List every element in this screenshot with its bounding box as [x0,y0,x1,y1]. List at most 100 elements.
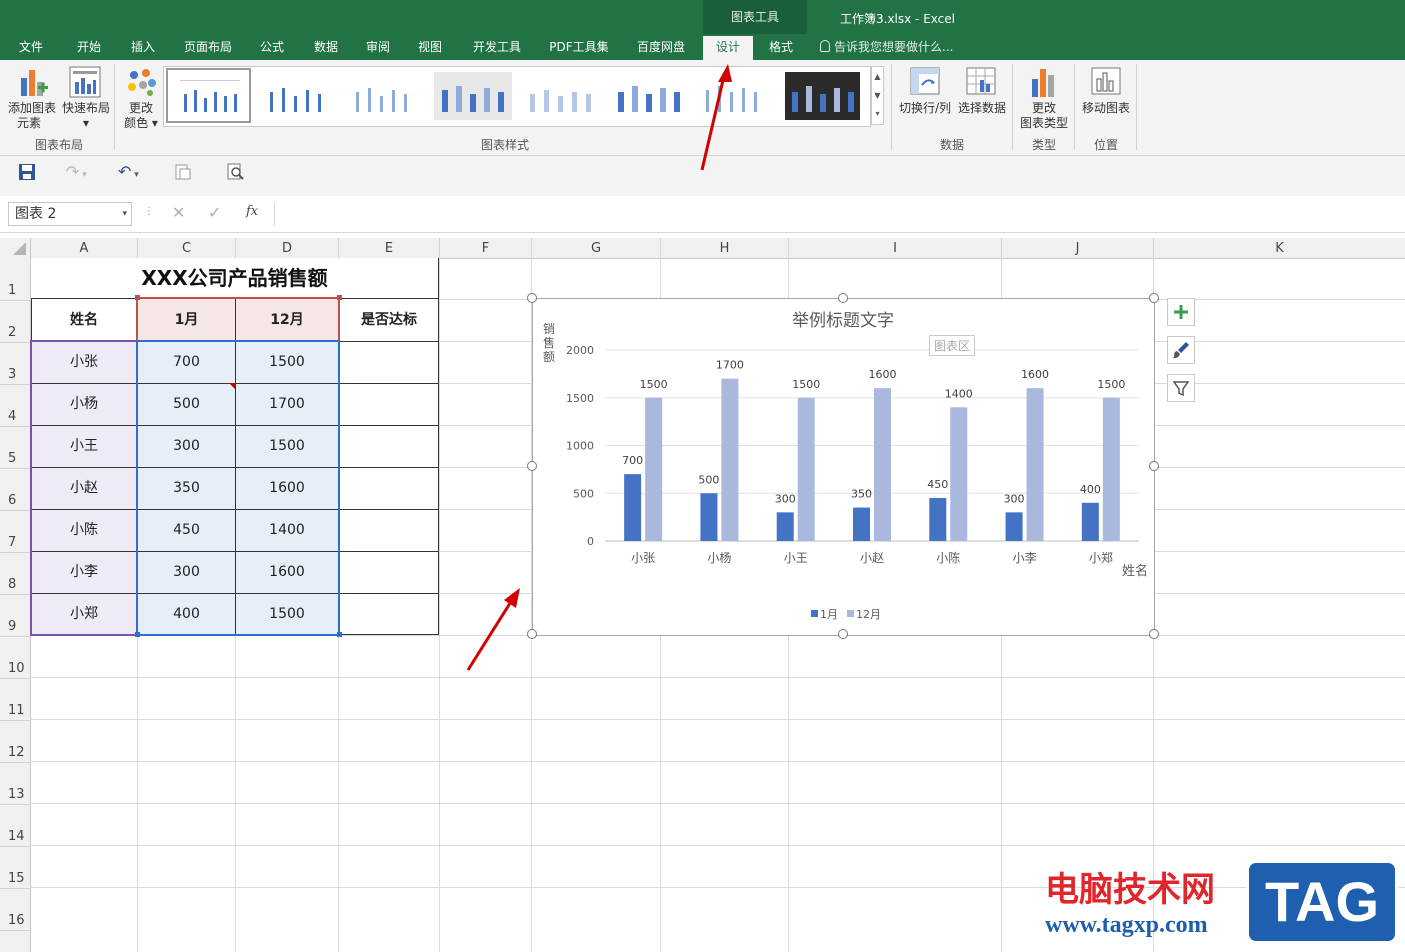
table-cell[interactable]: 1500 [236,593,338,635]
resize-handle[interactable] [1149,629,1159,639]
switch-row-column-button[interactable]: 切换行/列 [896,64,954,120]
column-header-j[interactable]: J [1002,238,1154,258]
row-header-7[interactable]: 7 [8,535,16,550]
header-name[interactable]: 姓名 [31,299,137,341]
enter-icon[interactable]: ✓ [208,203,221,222]
print-preview-icon[interactable] [174,163,192,181]
tab-page-layout[interactable]: 页面布局 [176,36,240,58]
undo-icon[interactable]: ↶ ▾ [118,162,139,181]
chart-filters-button[interactable] [1167,374,1195,402]
row-header-6[interactable]: 6 [8,493,16,508]
row-header-13[interactable]: 13 [8,787,25,802]
table-cell[interactable]: 小杨 [31,383,137,425]
tab-baidu-netdisk[interactable]: 百度网盘 [628,36,694,58]
table-cell[interactable]: 700 [138,341,235,383]
resize-handle[interactable] [838,293,848,303]
column-header-i[interactable]: I [789,238,1002,258]
resize-handle[interactable] [1149,293,1159,303]
redo-icon[interactable]: ↷ ▾ [66,162,87,181]
tab-pdf-tools[interactable]: PDF工具集 [542,36,616,58]
row-header-16[interactable]: 16 [8,913,25,928]
table-cell[interactable]: 400 [138,593,235,635]
row-header-5[interactable]: 5 [8,451,16,466]
row-header-11[interactable]: 11 [8,703,25,718]
chart-style-1[interactable] [170,72,248,120]
formula-input[interactable] [274,202,1405,226]
tab-format[interactable]: 格式 [760,36,802,58]
chart-styles-button[interactable] [1167,336,1195,364]
row-header-1[interactable]: 1 [8,283,16,298]
table-cell[interactable] [339,467,439,509]
table-cell[interactable] [339,425,439,467]
column-header-a[interactable]: A [31,238,138,258]
table-cell[interactable] [339,551,439,593]
table-cell[interactable]: 1600 [236,467,338,509]
header-qualified[interactable]: 是否达标 [339,299,439,341]
chart-style-2[interactable] [258,72,336,120]
table-cell[interactable]: 小张 [31,341,137,383]
tab-data[interactable]: 数据 [306,36,346,58]
table-cell[interactable]: 350 [138,467,235,509]
table-cell[interactable]: 小赵 [31,467,137,509]
table-cell[interactable]: 300 [138,425,235,467]
column-header-d[interactable]: D [236,238,339,258]
add-chart-element-button[interactable]: 添加图表 元素 [4,64,60,134]
change-chart-type-button[interactable]: 更改 图表类型 [1016,64,1072,134]
tab-file[interactable]: 文件 [8,36,54,58]
gallery-down-icon[interactable]: ▼ [872,86,883,105]
tab-view[interactable]: 视图 [410,36,450,58]
tell-me-box[interactable]: 告诉我您想要做什么... [820,36,953,58]
tab-home[interactable]: 开始 [66,36,112,58]
resize-handle[interactable] [1149,461,1159,471]
column-header-e[interactable]: E [339,238,440,258]
table-cell[interactable] [339,341,439,383]
header-dec[interactable]: 12月 [236,299,338,341]
name-box[interactable]: 图表 2 ▾ [8,202,132,226]
table-cell[interactable]: 1500 [236,341,338,383]
table-title-cell[interactable]: XXX公司产品销售额 [31,258,439,299]
table-cell[interactable]: 450 [138,509,235,551]
quick-layout-button[interactable]: 快速布局 ▾ [60,64,112,134]
row-header-15[interactable]: 15 [8,871,25,886]
table-cell[interactable]: 小陈 [31,509,137,551]
row-header-3[interactable]: 3 [8,367,16,382]
table-cell[interactable]: 300 [138,551,235,593]
tab-developer[interactable]: 开发工具 [464,36,530,58]
table-cell[interactable]: 1600 [236,551,338,593]
chart-style-8[interactable] [785,72,860,120]
table-cell[interactable] [339,593,439,635]
gallery-scroll[interactable]: ▲ ▼ ▾ [871,66,884,125]
zoom-preview-icon[interactable] [227,163,245,181]
table-cell[interactable]: 小王 [31,425,137,467]
cancel-icon[interactable]: ✕ [172,203,185,222]
table-cell[interactable]: 500 [138,383,235,425]
table-cell[interactable]: 1700 [236,383,338,425]
name-box-dropdown-icon[interactable]: ▾ [122,203,127,225]
save-icon[interactable] [18,163,36,181]
gallery-up-icon[interactable]: ▲ [872,67,883,86]
tab-formulas[interactable]: 公式 [252,36,292,58]
row-header-2[interactable]: 2 [8,325,16,340]
table-cell[interactable]: 小李 [31,551,137,593]
insert-function-icon[interactable]: fx [246,204,258,219]
table-cell[interactable] [339,383,439,425]
column-header-c[interactable]: C [138,238,236,258]
tab-review[interactable]: 审阅 [358,36,398,58]
table-cell[interactable]: 1500 [236,425,338,467]
tab-insert[interactable]: 插入 [120,36,166,58]
column-header-k[interactable]: K [1154,238,1405,258]
select-all-button[interactable] [0,238,31,258]
row-header-10[interactable]: 10 [8,661,25,676]
header-jan[interactable]: 1月 [138,299,235,341]
select-data-button[interactable]: 选择数据 [956,64,1008,120]
chart-elements-button[interactable] [1167,298,1195,326]
row-header-14[interactable]: 14 [8,829,25,844]
table-cell[interactable]: 小郑 [31,593,137,635]
gallery-more-icon[interactable]: ▾ [872,105,883,122]
row-header-12[interactable]: 12 [8,745,25,760]
resize-handle[interactable] [838,629,848,639]
row-header-8[interactable]: 8 [8,577,16,592]
table-cell[interactable]: 1400 [236,509,338,551]
change-colors-button[interactable]: 更改 颜色 ▾ [118,64,164,134]
tab-design[interactable]: 设计 [703,36,753,60]
